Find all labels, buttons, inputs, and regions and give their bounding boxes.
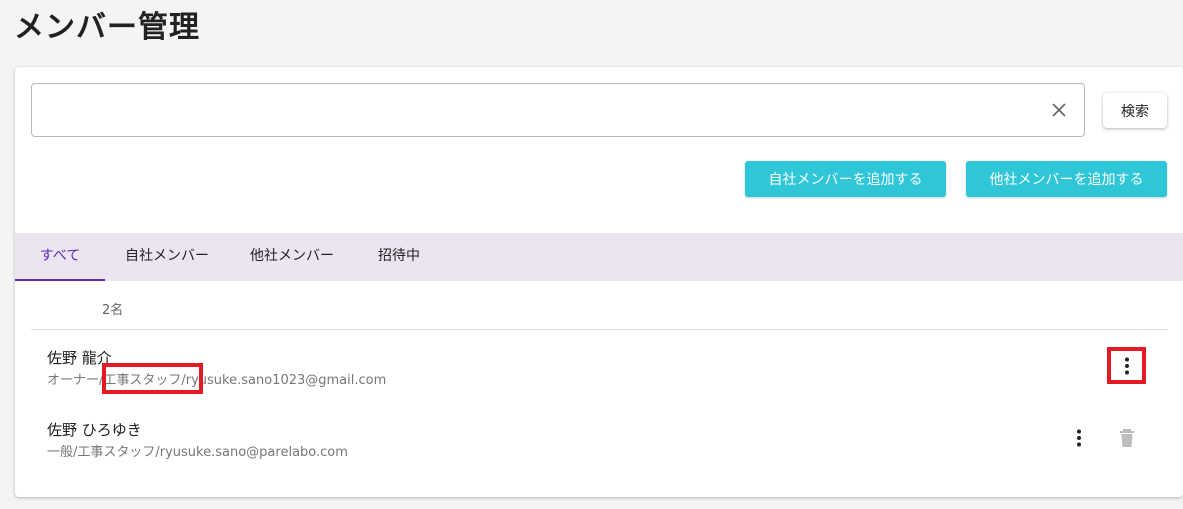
add-own-member-button[interactable]: 自社メンバーを追加する [745,161,946,197]
trash-icon[interactable] [1115,426,1139,450]
more-vert-icon[interactable] [1067,426,1091,450]
search-field[interactable] [31,83,1085,138]
more-vert-icon[interactable] [1115,354,1139,378]
tab-bar: すべて 自社メンバー 他社メンバー 招待中 [15,233,1183,281]
page-title: メンバー管理 [14,10,200,45]
member-name: 佐野 ひろゆき [47,421,142,439]
add-other-member-button[interactable]: 他社メンバーを追加する [966,161,1167,197]
member-detail: オーナー/工事スタッフ/ryusuke.sano1023@gmail.com [47,373,387,388]
search-button[interactable]: 検索 [1103,93,1167,128]
tab-own-members[interactable]: 自社メンバー [121,233,213,281]
tab-invited[interactable]: 招待中 [369,233,429,281]
member-name: 佐野 龍介 [47,349,112,367]
member-detail: 一般/工事スタッフ/ryusuke.sano@parelabo.com [47,445,348,460]
tab-other-members[interactable]: 他社メンバー [245,233,339,281]
member-card: 検索 自社メンバーを追加する 他社メンバーを追加する すべて 自社メンバー 他社… [15,67,1183,497]
close-icon[interactable] [1048,99,1070,121]
member-count: 2名 [102,303,124,318]
search-input[interactable] [44,84,1028,138]
tab-all[interactable]: すべて [15,233,105,281]
divider [31,329,1168,330]
